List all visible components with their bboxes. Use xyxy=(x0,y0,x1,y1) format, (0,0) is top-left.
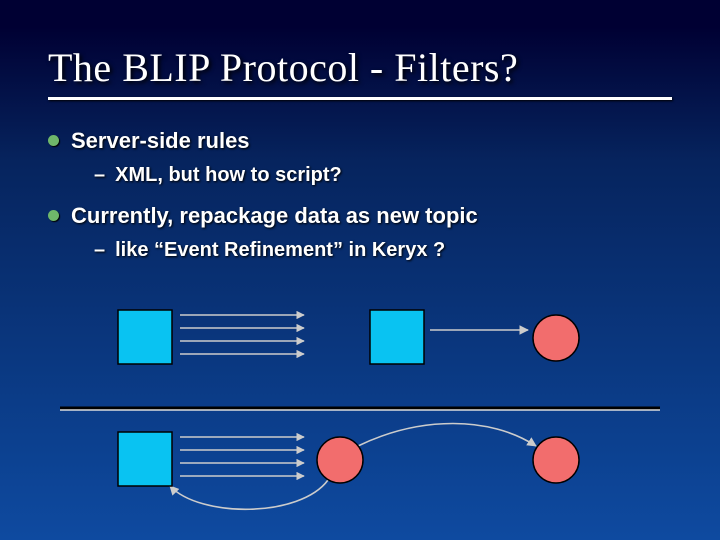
bullet-item: Currently, repackage data as new topic xyxy=(48,203,672,229)
arrow-group-bottom-left xyxy=(180,437,304,476)
source-square-2 xyxy=(118,432,172,486)
bullet-dot-icon xyxy=(48,135,59,146)
flow-diagram xyxy=(0,300,720,530)
sub-bullet-text: XML, but how to script? xyxy=(115,164,342,187)
bullet-text: Currently, repackage data as new topic xyxy=(71,203,478,229)
feedback-arrow xyxy=(170,480,328,509)
dash-icon: – xyxy=(94,239,105,262)
slide: The BLIP Protocol - Filters? Server-side… xyxy=(0,0,720,540)
slide-content: Server-side rules – XML, but how to scri… xyxy=(48,128,672,262)
slide-title: The BLIP Protocol - Filters? xyxy=(48,44,672,91)
sink-circle-2 xyxy=(533,437,579,483)
dash-icon: – xyxy=(94,164,105,187)
sub-bullet-item: – like “Event Refinement” in Keryx ? xyxy=(94,239,672,262)
bullet-dot-icon xyxy=(48,210,59,221)
relay-square xyxy=(370,310,424,364)
forward-arrow xyxy=(358,424,536,447)
source-square xyxy=(118,310,172,364)
bullet-text: Server-side rules xyxy=(71,128,250,154)
arrow-group-top-left xyxy=(180,315,304,354)
bullet-item: Server-side rules xyxy=(48,128,672,154)
sub-bullet-item: – XML, but how to script? xyxy=(94,164,672,187)
title-underline xyxy=(48,97,672,100)
filter-circle xyxy=(317,437,363,483)
sink-circle xyxy=(533,315,579,361)
sub-bullet-text: like “Event Refinement” in Keryx ? xyxy=(115,239,445,262)
